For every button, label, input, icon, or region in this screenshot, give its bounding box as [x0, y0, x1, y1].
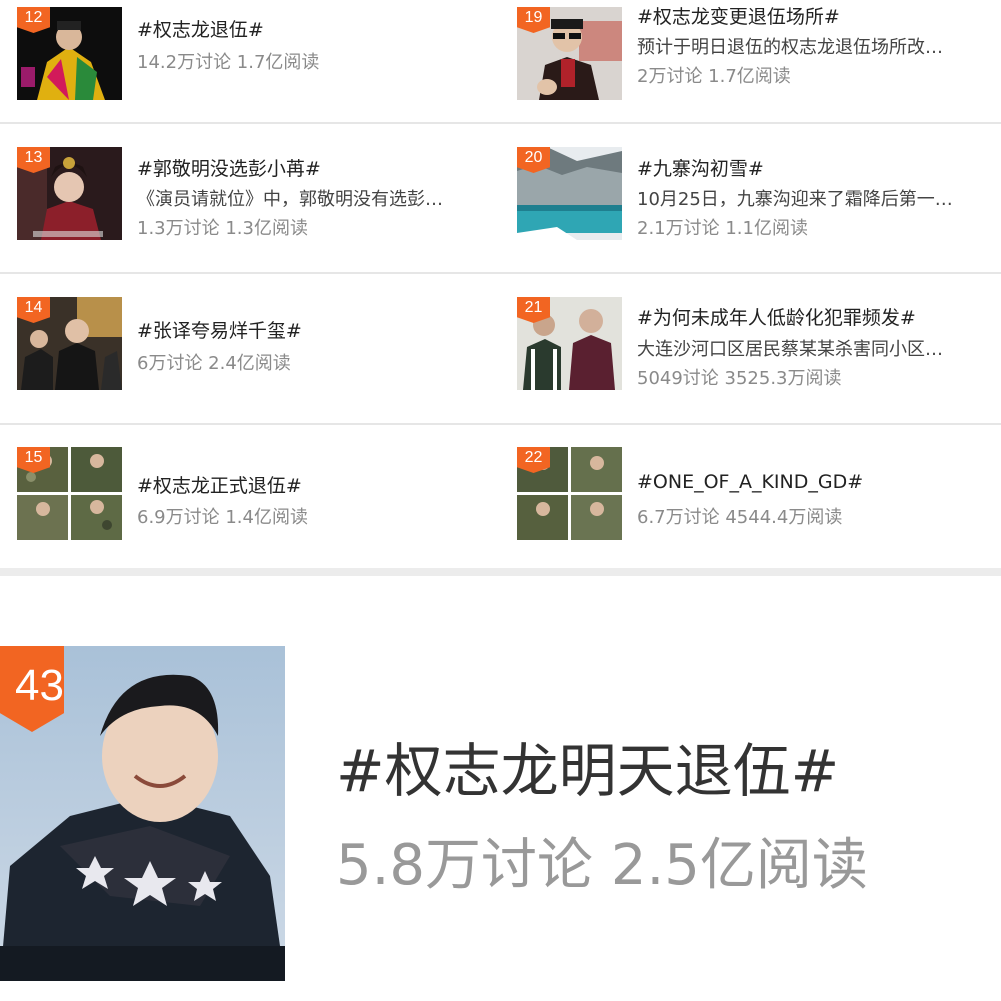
topic-card-21[interactable]: 21 #为何未成年人低龄化犯罪频发# 大连沙河口区居民蔡某某杀害同小区… 504… [500, 274, 984, 398]
topic-title[interactable]: #郭敬明没选彭小苒# [137, 154, 321, 181]
topic-stats: 6.7万讨论 4544.4万阅读 [637, 507, 843, 528]
topic-card-13[interactable]: 13 #郭敬明没选彭小苒# 《演员请就位》中，郭敬明没有选彭… 1.3万讨论 1… [0, 124, 484, 248]
topic-title[interactable]: #权志龙正式退伍# [137, 471, 302, 498]
topic-title[interactable]: #为何未成年人低龄化犯罪频发# [637, 303, 916, 330]
topic-stats: 6万讨论 2.4亿阅读 [137, 353, 291, 374]
topic-description: 预计于明日退伍的权志龙退伍场所改… [637, 37, 943, 58]
topic-stats: 2.1万讨论 1.1亿阅读 [637, 218, 808, 239]
featured-title[interactable]: #权志龙明天退伍# [336, 724, 839, 808]
topic-thumbnail: 21 [517, 297, 622, 390]
topic-thumbnail: 15 [17, 447, 122, 540]
topic-grid: 12 #权志龙退伍# 14.2万讨论 1.7亿阅读 19 #权志龙变更退伍场所#… [0, 0, 1001, 572]
topic-card-19[interactable]: 19 #权志龙变更退伍场所# 预计于明日退伍的权志龙退伍场所改… 2万讨论 1.… [500, 0, 984, 124]
topic-thumbnail: 22 [517, 447, 622, 540]
topic-thumbnail: 14 [17, 297, 122, 390]
topic-card-20[interactable]: 20 #九寨沟初雪# 10月25日，九寨沟迎来了霜降后第一… 2.1万讨论 1.… [500, 124, 984, 248]
topic-stats: 6.9万讨论 1.4亿阅读 [137, 507, 308, 528]
topic-description: 《演员请就位》中，郭敬明没有选彭… [137, 189, 443, 210]
topic-thumbnail: 20 [517, 147, 622, 240]
topic-description: 10月25日，九寨沟迎来了霜降后第一… [637, 189, 953, 210]
featured-thumbnail: 43 [0, 646, 285, 981]
topic-stats: 1.3万讨论 1.3亿阅读 [137, 218, 308, 239]
featured-stats: 5.8万讨论 2.5亿阅读 [336, 833, 868, 898]
topic-card-12[interactable]: 12 #权志龙退伍# 14.2万讨论 1.7亿阅读 [0, 0, 484, 124]
topic-thumbnail: 19 [517, 7, 622, 100]
topic-title[interactable]: #权志龙变更退伍场所# [637, 2, 840, 29]
topic-title[interactable]: #张译夸易烊千玺# [137, 316, 302, 343]
topic-description: 大连沙河口区居民蔡某某杀害同小区… [637, 339, 943, 360]
topic-stats: 5049讨论 3525.3万阅读 [637, 368, 842, 389]
topic-card-14[interactable]: 14 #张译夸易烊千玺# 6万讨论 2.4亿阅读 [0, 274, 484, 398]
topic-thumbnail: 12 [17, 7, 122, 100]
topic-title[interactable]: #权志龙退伍# [137, 15, 264, 42]
topic-thumbnail: 13 [17, 147, 122, 240]
topic-title[interactable]: #ONE_OF_A_KIND_GD# [637, 471, 863, 493]
topic-stats: 14.2万讨论 1.7亿阅读 [137, 52, 320, 73]
topic-card-22[interactable]: 22 #ONE_OF_A_KIND_GD# 6.7万讨论 4544.4万阅读 [500, 425, 984, 549]
topic-stats: 2万讨论 1.7亿阅读 [637, 66, 791, 87]
section-separator [0, 568, 1001, 576]
topic-card-15[interactable]: 15 #权志龙正式退伍# 6.9万讨论 1.4亿阅读 [0, 425, 484, 549]
topic-title[interactable]: #九寨沟初雪# [637, 154, 764, 181]
